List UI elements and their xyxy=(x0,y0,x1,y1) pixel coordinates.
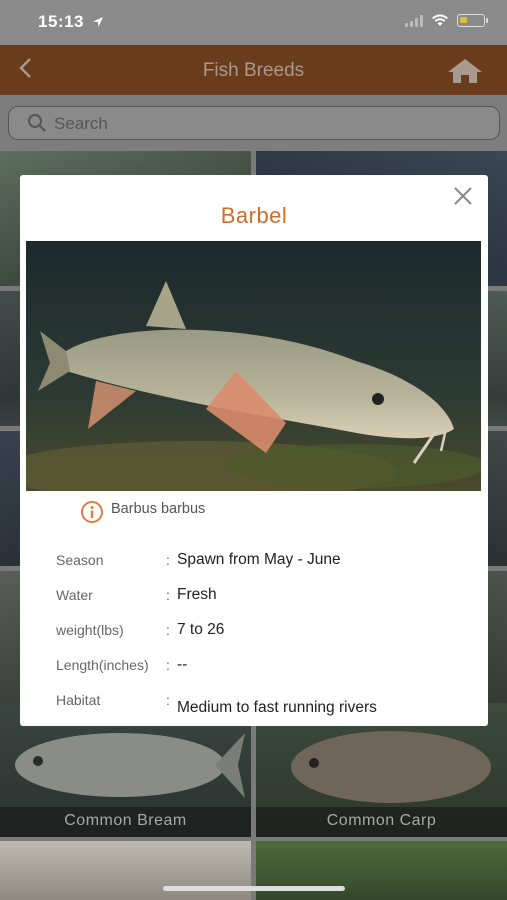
detail-separator: : xyxy=(166,622,170,638)
home-button[interactable] xyxy=(447,58,483,89)
fish-tile[interactable] xyxy=(0,841,251,900)
detail-label-season: Season xyxy=(56,552,104,568)
detail-value-water: Fresh xyxy=(177,586,217,603)
battery-icon xyxy=(457,14,488,27)
detail-separator: : xyxy=(166,657,170,673)
cellular-signal-icon xyxy=(405,14,423,27)
fish-detail-modal: Barbel Barbus barbus Season: Spawn from… xyxy=(20,175,488,726)
tile-label: Common Bream xyxy=(0,807,251,837)
search-icon xyxy=(28,114,46,132)
status-bar: 15:13 xyxy=(0,0,507,45)
fish-tile[interactable] xyxy=(256,841,507,900)
detail-separator: : xyxy=(166,692,170,708)
search-input[interactable]: Search xyxy=(8,106,500,140)
home-icon xyxy=(448,59,482,83)
status-icons xyxy=(405,14,488,27)
detail-label-length: Length(inches) xyxy=(56,657,149,673)
wifi-icon xyxy=(432,14,448,26)
detail-value-weight: 7 to 26 xyxy=(177,621,225,638)
detail-label-habitat: Habitat xyxy=(56,692,101,708)
detail-separator: : xyxy=(166,552,170,568)
location-arrow-icon xyxy=(93,17,103,27)
search-placeholder: Search xyxy=(54,114,108,133)
fish-name: Barbel xyxy=(220,203,288,228)
nav-bar: Fish Breeds xyxy=(0,45,507,95)
detail-separator: : xyxy=(166,587,170,603)
detail-label-weight: weight(lbs) xyxy=(56,622,124,638)
barbel-image xyxy=(26,241,481,491)
detail-value-length: -- xyxy=(177,656,188,673)
detail-value-habitat: Medium to fast running rivers xyxy=(177,699,377,716)
detail-label-water: Water xyxy=(56,587,93,603)
detail-value-season: Spawn from May - June xyxy=(177,551,341,568)
scientific-name: Barbus barbus xyxy=(111,501,206,517)
info-icon xyxy=(81,501,103,523)
home-indicator[interactable] xyxy=(163,886,345,891)
page-title: Fish Breeds xyxy=(202,60,305,81)
scientific-name-row: Barbus barbus xyxy=(80,500,205,524)
search-bar: Search xyxy=(0,95,507,151)
tile-label: Common Carp xyxy=(256,807,507,837)
fish-photo xyxy=(26,241,481,491)
status-time: 15:13 xyxy=(38,12,84,31)
